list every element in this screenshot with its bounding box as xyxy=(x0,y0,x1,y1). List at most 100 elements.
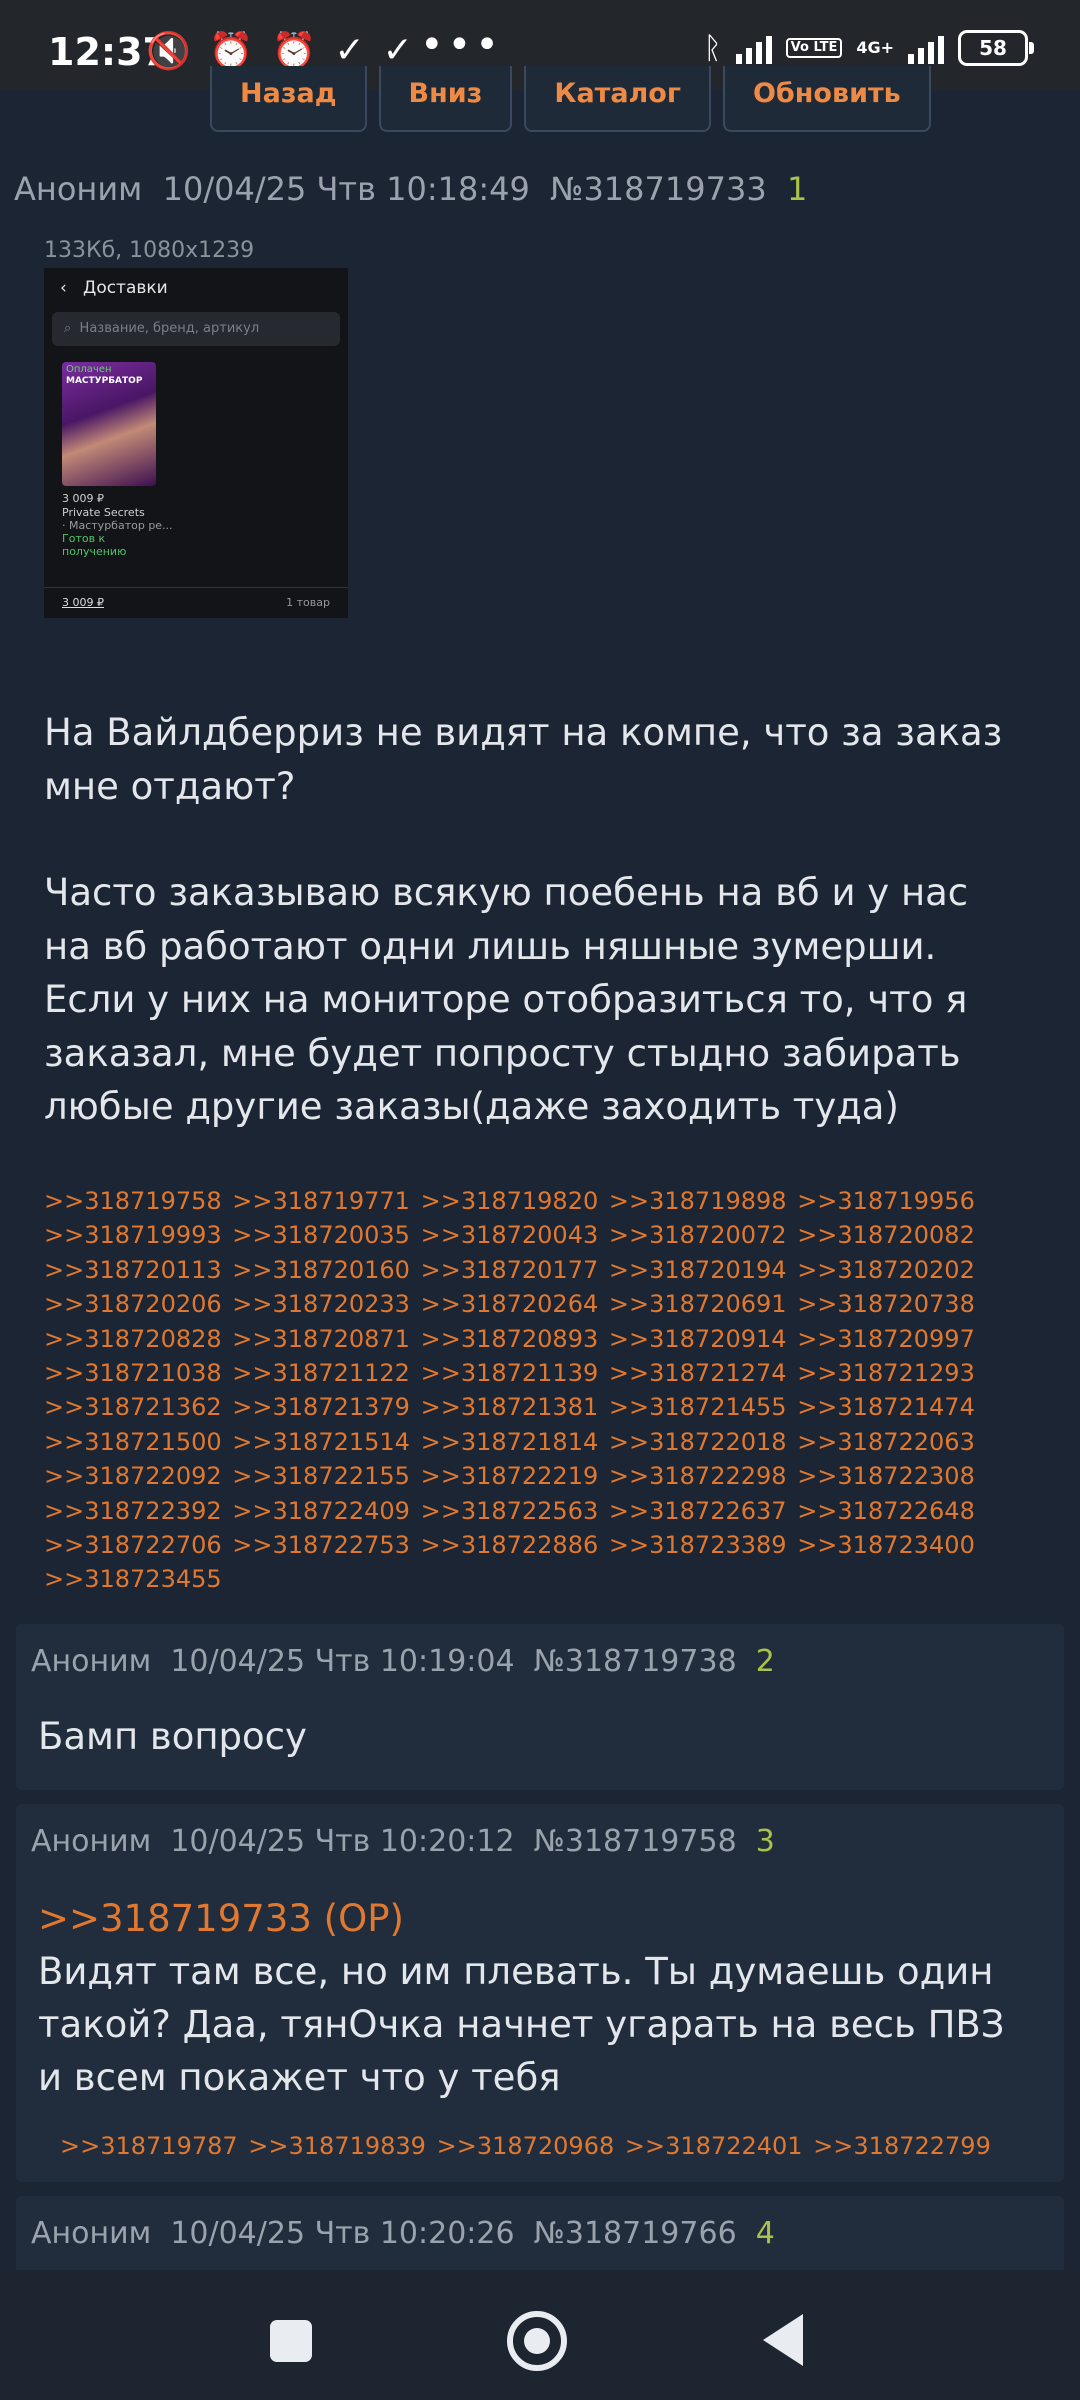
reply-link[interactable]: >>318722063 xyxy=(797,1428,975,1456)
thumb-count: 1 товар xyxy=(286,596,330,609)
thumb-title: Доставки xyxy=(83,278,168,298)
post-header: Аноним 10/04/25 Чтв 10:20:26 №318719766 … xyxy=(31,2216,775,2251)
reply-link[interactable]: >>318719839 xyxy=(248,2132,426,2160)
reply-link[interactable]: >>318720202 xyxy=(797,1256,975,1284)
reply-link[interactable]: >>318721455 xyxy=(609,1393,787,1421)
reply-link[interactable]: >>318720968 xyxy=(437,2132,615,2160)
back-icon[interactable] xyxy=(763,2314,803,2366)
reply-link[interactable]: >>318722799 xyxy=(813,2132,991,2160)
reply-link[interactable]: >>318722155 xyxy=(232,1462,410,1490)
back-button[interactable]: Назад xyxy=(210,66,367,132)
reply-link[interactable]: >>318723389 xyxy=(609,1531,787,1559)
reply-link[interactable]: >>318723455 xyxy=(44,1565,222,1593)
bluetooth-icon: ᚱ xyxy=(703,30,722,66)
op-quote-link[interactable]: >>318719733 (OP) xyxy=(38,1892,1038,1945)
thumb-status: Готов к получению xyxy=(62,532,127,558)
post: Аноним 10/04/25 Чтв 10:19:04 №318719738 … xyxy=(16,1624,1064,1790)
reply-link[interactable]: >>318720177 xyxy=(421,1256,599,1284)
reply-link[interactable]: >>318721514 xyxy=(232,1428,410,1456)
reply-link[interactable]: >>318719956 xyxy=(797,1187,975,1215)
reply-link[interactable]: >>318720738 xyxy=(797,1290,975,1318)
catalog-button[interactable]: Каталог xyxy=(524,66,711,132)
reply-link[interactable]: >>318722308 xyxy=(797,1462,975,1490)
post-index: 4 xyxy=(755,2216,775,2251)
post-date: 10/04/25 Чтв 10:18:49 xyxy=(162,170,530,208)
reply-link[interactable]: >>318720233 xyxy=(232,1290,410,1318)
reply-link[interactable]: >>318722886 xyxy=(421,1531,599,1559)
reply-link[interactable]: >>318722018 xyxy=(609,1428,787,1456)
reply-link[interactable]: >>318722392 xyxy=(44,1497,222,1525)
reply-link[interactable]: >>318720082 xyxy=(797,1221,975,1249)
reply-link[interactable]: >>318720893 xyxy=(421,1325,599,1353)
reply-link[interactable]: >>318722637 xyxy=(609,1497,787,1525)
reply-link[interactable]: >>318721500 xyxy=(44,1428,222,1456)
recents-icon[interactable] xyxy=(270,2320,312,2362)
post-header: Аноним 10/04/25 Чтв 10:20:12 №318719758 … xyxy=(31,1824,775,1859)
reply-link[interactable]: >>318719993 xyxy=(44,1221,222,1249)
reply-link[interactable]: >>318721038 xyxy=(44,1359,222,1387)
reply-link[interactable]: >>318720035 xyxy=(232,1221,410,1249)
chevron-left-icon: ‹ xyxy=(60,278,67,298)
reply-link[interactable]: >>318721379 xyxy=(232,1393,410,1421)
reply-link[interactable]: >>318721381 xyxy=(421,1393,599,1421)
post-date: 10/04/25 Чтв 10:20:26 xyxy=(170,2216,515,2251)
reply-link[interactable]: >>318722401 xyxy=(625,2132,803,2160)
reply-link[interactable]: >>318721474 xyxy=(797,1393,975,1421)
reply-link[interactable]: >>318722298 xyxy=(609,1462,787,1490)
reply-link[interactable]: >>318720264 xyxy=(421,1290,599,1318)
op-post-header: Аноним 10/04/25 Чтв 10:18:49 №318719733 … xyxy=(14,170,807,208)
reply-link[interactable]: >>318720997 xyxy=(797,1325,975,1353)
post-number[interactable]: №318719758 xyxy=(534,1824,737,1859)
reply-link[interactable]: >>318720828 xyxy=(44,1325,222,1353)
reply-link[interactable]: >>318720194 xyxy=(609,1256,787,1284)
reply-link[interactable]: >>318719898 xyxy=(609,1187,787,1215)
reply-link[interactable]: >>318721274 xyxy=(609,1359,787,1387)
volte-icon: Vo LTE xyxy=(785,38,843,58)
post-author: Аноним xyxy=(31,1644,152,1679)
reply-link[interactable]: >>318720043 xyxy=(421,1221,599,1249)
home-icon[interactable] xyxy=(507,2311,567,2371)
reply-link[interactable]: >>318721122 xyxy=(232,1359,410,1387)
reply-link[interactable]: >>318719820 xyxy=(421,1187,599,1215)
post-number[interactable]: №318719733 xyxy=(550,170,767,208)
signal-icon-2 xyxy=(908,32,944,64)
reply-link[interactable]: >>318720871 xyxy=(232,1325,410,1353)
reply-link[interactable]: >>318722753 xyxy=(232,1531,410,1559)
reply-link[interactable]: >>318722648 xyxy=(797,1497,975,1525)
down-button[interactable]: Вниз xyxy=(378,66,513,132)
post-replies: >>318719787 >>318719839 >>318720968 >>31… xyxy=(60,2132,994,2160)
op-post-body: На Вайлдберриз не видят на компе, что за… xyxy=(44,706,1024,1134)
system-navbar xyxy=(0,2270,1080,2400)
reply-link[interactable]: >>318722409 xyxy=(232,1497,410,1525)
op-paragraph: На Вайлдберриз не видят на компе, что за… xyxy=(44,711,1003,808)
reply-link[interactable]: >>318721293 xyxy=(797,1359,975,1387)
thumb-topbar: ‹ Доставки xyxy=(44,268,348,308)
reply-link[interactable]: >>318720206 xyxy=(44,1290,222,1318)
status-system-icons: ᚱ Vo LTE 4G+ 58 xyxy=(703,30,1034,66)
reply-link[interactable]: >>318719758 xyxy=(44,1187,222,1215)
post-number[interactable]: №318719766 xyxy=(534,2216,737,2251)
op-paragraph: Часто заказываю всякую поебень на вб и у… xyxy=(44,871,969,1128)
file-meta[interactable]: 133Кб, 1080x1239 xyxy=(44,238,254,263)
refresh-button[interactable]: Обновить xyxy=(722,66,931,132)
reply-link[interactable]: >>318722563 xyxy=(421,1497,599,1525)
reply-link[interactable]: >>318720691 xyxy=(609,1290,787,1318)
reply-link[interactable]: >>318720160 xyxy=(232,1256,410,1284)
reply-link[interactable]: >>318722092 xyxy=(44,1462,222,1490)
reply-link[interactable]: >>318722219 xyxy=(421,1462,599,1490)
reply-link[interactable]: >>318722706 xyxy=(44,1531,222,1559)
reply-link[interactable]: >>318720072 xyxy=(609,1221,787,1249)
reply-link[interactable]: >>318720113 xyxy=(44,1256,222,1284)
product-image: Оплачен МАСТУРБАТОР xyxy=(62,362,156,486)
post-date: 10/04/25 Чтв 10:20:12 xyxy=(170,1824,515,1859)
post-number[interactable]: №318719738 xyxy=(534,1644,737,1679)
thumb-search-placeholder: Название, бренд, артикул xyxy=(79,321,260,336)
reply-link[interactable]: >>318721139 xyxy=(421,1359,599,1387)
reply-link[interactable]: >>318719771 xyxy=(232,1187,410,1215)
reply-link[interactable]: >>318721814 xyxy=(421,1428,599,1456)
reply-link[interactable]: >>318719787 xyxy=(60,2132,238,2160)
reply-link[interactable]: >>318723400 xyxy=(797,1531,975,1559)
reply-link[interactable]: >>318721362 xyxy=(44,1393,222,1421)
reply-link[interactable]: >>318720914 xyxy=(609,1325,787,1353)
attachment-thumbnail[interactable]: ‹ Доставки ⌕ Название, бренд, артикул Оп… xyxy=(44,268,348,618)
